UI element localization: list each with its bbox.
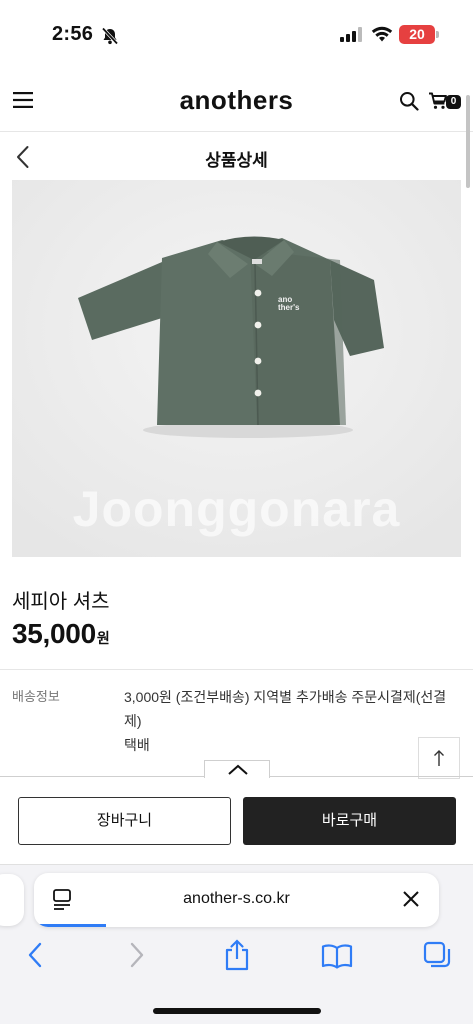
search-icon[interactable] (399, 91, 419, 116)
cart-icon[interactable] (428, 92, 448, 115)
battery-cap (436, 31, 439, 38)
price-unit: 원 (96, 630, 110, 646)
shipping-method: 택배 (124, 737, 150, 753)
home-indicator[interactable] (153, 1008, 321, 1014)
url-text[interactable]: another-s.co.kr (34, 890, 439, 908)
shipping-label: 배송정보 (12, 689, 60, 704)
close-icon[interactable] (402, 890, 420, 913)
page-load-progress (34, 924, 106, 927)
divider (0, 669, 473, 670)
panel-toggle-button[interactable] (204, 760, 270, 778)
buy-now-button[interactable]: 바로구매 (243, 797, 456, 845)
wifi-icon (371, 25, 393, 47)
bookmarks-icon[interactable] (321, 943, 353, 974)
previous-tab[interactable] (0, 874, 24, 926)
site-header: anothers (0, 70, 473, 132)
shirt-print: ano ther's (278, 295, 300, 312)
silent-bell-icon (100, 26, 120, 51)
forward-icon[interactable] (128, 940, 146, 975)
product-image[interactable]: ano ther's Joonggonara (12, 180, 461, 557)
signal-icon (340, 27, 362, 47)
status-time: 2:56 (52, 23, 94, 45)
tabs-icon[interactable] (423, 941, 451, 974)
cart-count-badge[interactable]: 0 (446, 95, 461, 109)
product-name: 세피아 셔츠 (12, 591, 110, 613)
sub-header: 상품상세 (0, 132, 473, 180)
watermark: Joonggonara (72, 481, 401, 537)
page-title: 상품상세 (205, 151, 268, 170)
status-bar: 2:56 20 (0, 0, 473, 70)
scroll-top-button[interactable] (418, 737, 460, 779)
share-icon[interactable] (224, 938, 250, 977)
price-value: 35,000 (12, 618, 96, 649)
scrollbar[interactable] (466, 95, 470, 188)
chevron-up-icon (228, 764, 248, 775)
add-to-cart-button[interactable]: 장바구니 (18, 797, 231, 845)
shipping-info: 3,000원 (조건부배송) 지역별 추가배송 주문시결제(선결제) (124, 689, 447, 729)
product-price: 35,000원 (12, 618, 110, 650)
address-bar[interactable]: another-s.co.kr (34, 873, 439, 927)
battery-icon: 20 (399, 25, 435, 44)
arrow-up-icon (434, 750, 444, 766)
back-icon[interactable] (26, 940, 44, 975)
